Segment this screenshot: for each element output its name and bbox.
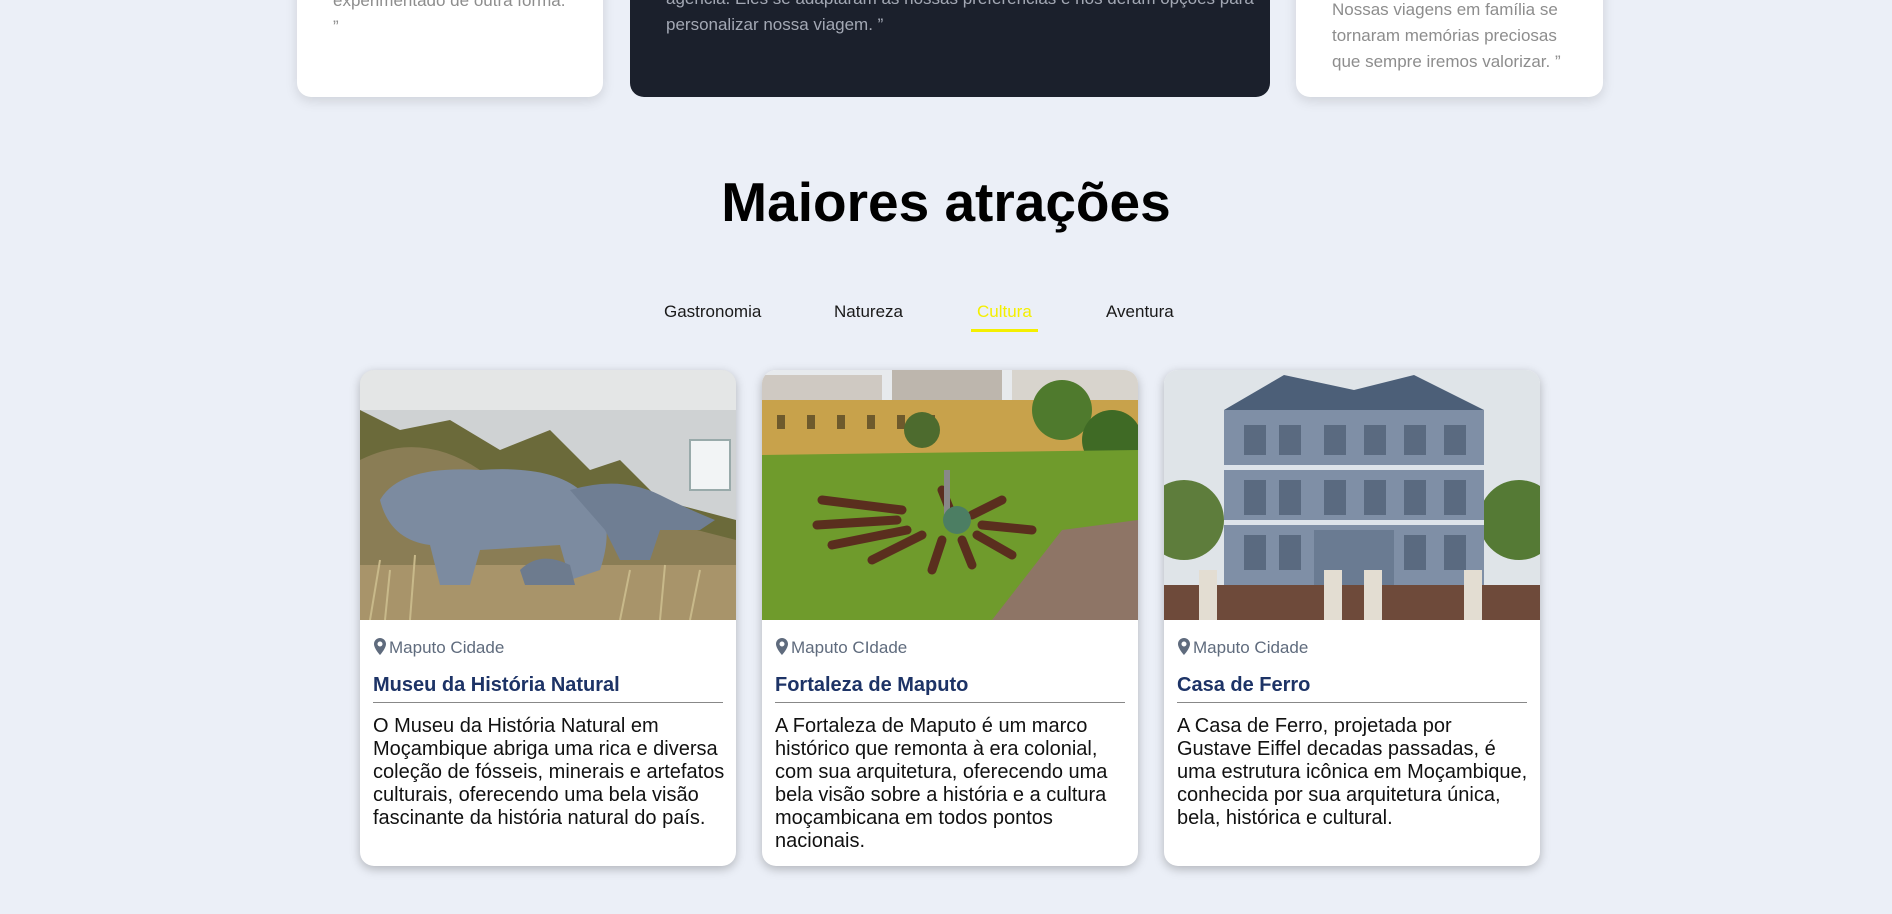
iron-house-photo xyxy=(1164,370,1540,620)
section-title: Maiores atrações xyxy=(721,171,1171,233)
museum-photo xyxy=(360,370,736,620)
location-text: Maputo Cidade xyxy=(389,638,505,657)
location-label: Maputo CIdade xyxy=(776,638,907,660)
testimonial-card-featured: perguntas com paciência. Eu aprecio espe… xyxy=(630,0,1270,97)
attraction-card[interactable]: Maputo Cidade Casa de Ferro A Casa de Fe… xyxy=(1164,370,1540,866)
tab-aventura[interactable]: Aventura xyxy=(1106,300,1174,324)
card-description: O Museu da História Natural em Moçambiqu… xyxy=(373,715,725,829)
testimonial-text: Nossas viagens em família se tornaram me… xyxy=(1332,0,1561,71)
attraction-card[interactable]: Maputo CIdade Fortaleza de Maputo A Fort… xyxy=(762,370,1138,866)
testimonial-card: Nossas viagens em família se tornaram me… xyxy=(1296,0,1603,97)
location-text: Maputo CIdade xyxy=(791,638,908,657)
card-title[interactable]: Museu da História Natural xyxy=(373,673,723,703)
attraction-card[interactable]: Maputo Cidade Museu da História Natural … xyxy=(360,370,736,866)
map-pin-icon xyxy=(374,638,386,660)
testimonial-text: experimentado de outra forma. ” xyxy=(333,0,566,36)
tab-natureza[interactable]: Natureza xyxy=(834,300,903,324)
card-description: A Casa de Ferro, projetada por Gustave E… xyxy=(1177,715,1528,829)
tab-cultura[interactable]: Cultura xyxy=(971,300,1038,332)
tab-gastronomia[interactable]: Gastronomia xyxy=(664,300,761,324)
fortress-photo xyxy=(762,370,1138,620)
map-pin-icon xyxy=(776,638,788,660)
map-pin-icon xyxy=(1178,638,1190,660)
testimonial-text: perguntas com paciência. Eu aprecio espe… xyxy=(666,0,1254,34)
location-label: Maputo Cidade xyxy=(1178,638,1308,660)
location-label: Maputo Cidade xyxy=(374,638,504,660)
card-title[interactable]: Fortaleza de Maputo xyxy=(775,673,1125,703)
category-tabs: Gastronomia Natureza Cultura Aventura xyxy=(0,300,1892,334)
card-description: A Fortaleza de Maputo é um marco históri… xyxy=(775,715,1108,852)
testimonial-card: experimentado de outra forma. ” xyxy=(297,0,603,97)
card-title[interactable]: Casa de Ferro xyxy=(1177,673,1527,703)
location-text: Maputo Cidade xyxy=(1193,638,1309,657)
